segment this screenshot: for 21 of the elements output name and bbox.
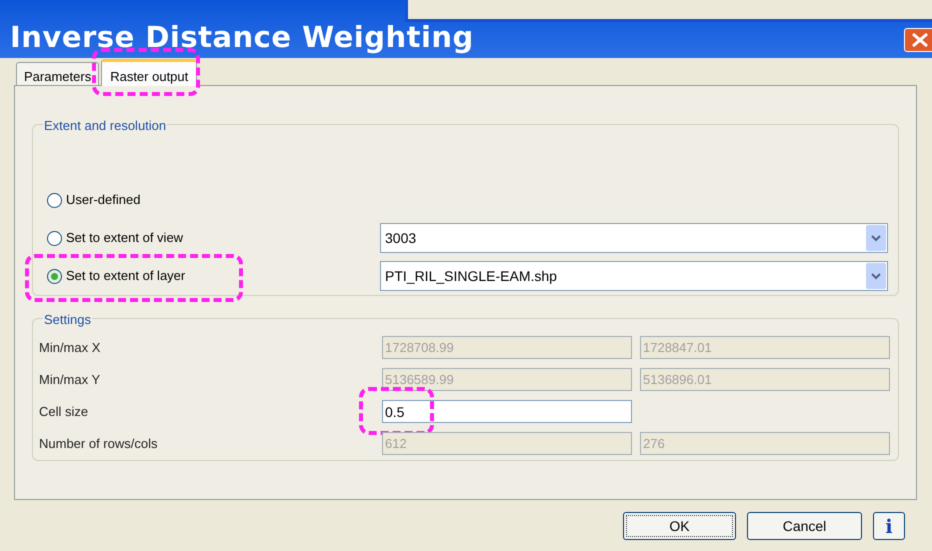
field-label: Min/max Y bbox=[39, 370, 102, 389]
field-label: Cell size bbox=[39, 402, 90, 421]
close-icon bbox=[911, 33, 929, 47]
radio-button[interactable] bbox=[47, 230, 62, 246]
info-button[interactable]: i bbox=[873, 512, 905, 540]
window-title: Inverse Distance Weighting bbox=[10, 23, 474, 52]
dialog-button[interactable]: OK bbox=[623, 512, 736, 540]
radio-label[interactable]: User-defined bbox=[66, 190, 140, 210]
radio-label[interactable]: Set to extent of layer bbox=[66, 266, 186, 286]
dropdown[interactable]: 3003 bbox=[380, 223, 888, 253]
close-button[interactable] bbox=[904, 28, 932, 52]
radio-button[interactable] bbox=[47, 268, 62, 284]
radio-button[interactable] bbox=[47, 192, 62, 208]
tab[interactable]: Raster output bbox=[101, 59, 198, 86]
radio-label[interactable]: Set to extent of view bbox=[66, 228, 184, 248]
text-field[interactable]: 0.5 bbox=[382, 400, 632, 423]
tab[interactable]: Parameters bbox=[16, 62, 100, 85]
dropdown[interactable]: PTI_RIL_SINGLE-EAM.shp bbox=[380, 261, 888, 291]
dialog-button[interactable]: Cancel bbox=[747, 512, 862, 540]
field-label: Number of rows/cols bbox=[39, 434, 158, 453]
field-label: Min/max X bbox=[39, 338, 102, 357]
